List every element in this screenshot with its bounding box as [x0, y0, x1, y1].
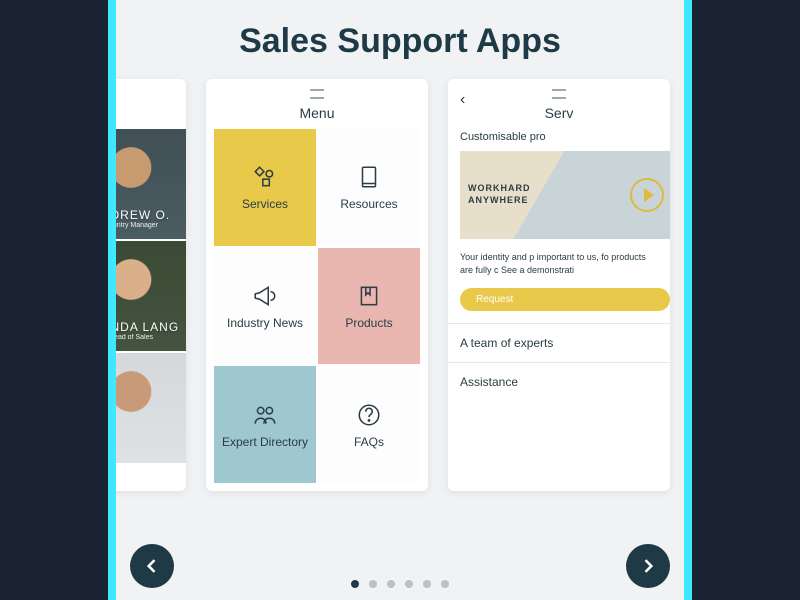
- drag-handle-icon[interactable]: [206, 89, 428, 91]
- chevron-left-icon: [142, 556, 162, 576]
- bookmark-icon: [355, 282, 383, 310]
- tile-label: Products: [345, 316, 392, 330]
- expert-card[interactable]: ANDREW O. Country Manager: [116, 129, 186, 239]
- services-link-row[interactable]: Assistance: [448, 362, 670, 401]
- tile-label: Resources: [340, 197, 397, 211]
- megaphone-icon: [251, 282, 279, 310]
- dot[interactable]: [369, 580, 377, 588]
- tile-label: FAQs: [354, 435, 384, 449]
- drag-handle-icon[interactable]: [448, 97, 670, 99]
- chevron-right-icon: [638, 556, 658, 576]
- drag-handle-icon[interactable]: [116, 89, 186, 91]
- video-caption-line: ANYWHERE: [468, 195, 531, 207]
- tile-label: Industry News: [227, 316, 303, 330]
- phone-header: ‹ Serv: [448, 79, 670, 125]
- carousel-viewport: Sales Support Apps ert Directory N ANDRE…: [116, 0, 684, 600]
- dot[interactable]: [423, 580, 431, 588]
- phone-services: ‹ Serv Customisable pro WORKHARD ANYWHER…: [448, 79, 670, 491]
- carousel-controls: [116, 580, 684, 588]
- tile-label: Expert Directory: [222, 435, 308, 449]
- back-icon[interactable]: ‹: [460, 91, 465, 109]
- shapes-icon: [251, 163, 279, 191]
- services-link-row[interactable]: A team of experts: [448, 323, 670, 362]
- dot[interactable]: [405, 580, 413, 588]
- book-icon: [355, 163, 383, 191]
- services-subtitle: Customisable pro: [448, 125, 670, 151]
- dot[interactable]: [441, 580, 449, 588]
- expert-card[interactable]: [116, 353, 186, 463]
- drag-handle-icon[interactable]: [448, 89, 670, 91]
- services-description: Your identity and p important to us, fo …: [448, 239, 670, 284]
- menu-grid: Services Resources Industry News: [206, 125, 428, 491]
- expert-role: Country Manager: [116, 222, 158, 229]
- tile-services[interactable]: Services: [214, 129, 316, 246]
- expert-name: ANDREW O.: [116, 208, 170, 222]
- phone-title: Serv: [448, 105, 670, 121]
- video-caption-line: WORKHARD: [468, 183, 531, 195]
- tile-resources[interactable]: Resources: [318, 129, 420, 246]
- drag-handle-icon[interactable]: [116, 97, 186, 99]
- drag-handle-icon[interactable]: [206, 97, 428, 99]
- people-icon: [251, 401, 279, 429]
- expert-name: BRENDA LANG: [116, 320, 179, 334]
- expert-grid: N ANDREW O. Country Manager S BRENDA LAN…: [116, 125, 186, 463]
- tile-industry-news[interactable]: Industry News: [214, 248, 316, 365]
- phone-cards-row: ert Directory N ANDREW O. Country Manage…: [116, 79, 684, 491]
- tile-expert-directory[interactable]: Expert Directory: [214, 366, 316, 483]
- dot[interactable]: [387, 580, 395, 588]
- next-button[interactable]: [626, 544, 670, 588]
- expert-role: Head of Sales: [116, 334, 153, 341]
- question-icon: [355, 401, 383, 429]
- tile-label: Services: [242, 197, 288, 211]
- avatar: [116, 353, 186, 463]
- services-video[interactable]: WORKHARD ANYWHERE: [460, 151, 670, 239]
- phone-menu: Menu Services Resources: [206, 79, 428, 491]
- tile-products[interactable]: Products: [318, 248, 420, 365]
- phone-expert-directory: ert Directory N ANDREW O. Country Manage…: [116, 79, 186, 491]
- phone-title: Menu: [206, 105, 428, 121]
- expert-card[interactable]: BRENDA LANG Head of Sales: [116, 241, 186, 351]
- phone-header: Menu: [206, 79, 428, 125]
- dot[interactable]: [351, 580, 359, 588]
- phone-header: ert Directory: [116, 79, 186, 125]
- play-icon[interactable]: [630, 178, 664, 212]
- prev-button[interactable]: [130, 544, 174, 588]
- phone-title: ert Directory: [116, 105, 186, 121]
- pagination-dots: [351, 580, 449, 588]
- tile-faqs[interactable]: FAQs: [318, 366, 420, 483]
- request-button[interactable]: Request: [460, 288, 670, 311]
- page-title: Sales Support Apps: [116, 0, 684, 79]
- video-caption: WORKHARD ANYWHERE: [460, 183, 531, 206]
